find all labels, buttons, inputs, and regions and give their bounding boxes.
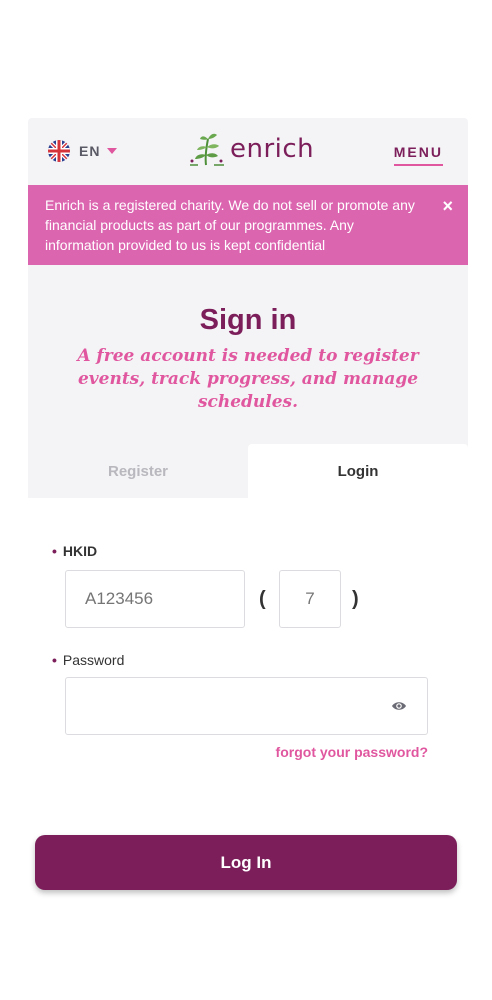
tab-login[interactable]: Login	[248, 444, 468, 498]
required-marker: •	[52, 652, 57, 668]
language-selector[interactable]: EN	[48, 140, 118, 162]
paren-close: )	[352, 588, 359, 610]
page-subtitle: A free account is needed to register eve…	[77, 346, 419, 412]
top-bar: EN enrich MENU	[28, 118, 468, 185]
login-button[interactable]: Log In	[35, 835, 457, 890]
enrich-logo[interactable]: enrich	[186, 131, 314, 167]
hkid-label: • HKID	[52, 543, 98, 559]
page-title: Sign in	[199, 304, 297, 336]
hkid-input[interactable]	[65, 570, 245, 628]
uk-flag-icon	[48, 140, 70, 162]
paren-open: (	[259, 588, 266, 610]
auth-tabs: Register Login	[28, 444, 468, 498]
password-field	[65, 677, 428, 735]
logo-leaf-icon	[190, 133, 224, 166]
forgot-password-link[interactable]: forgot your password?	[276, 744, 428, 760]
language-label: EN	[79, 143, 101, 159]
caret-down-icon	[107, 148, 118, 154]
close-icon[interactable]: ×	[442, 197, 453, 215]
required-marker: •	[52, 543, 57, 559]
password-label: • Password	[52, 652, 125, 668]
menu-button[interactable]: MENU	[393, 144, 443, 166]
charity-notice-banner: Enrich is a registered charity. We do no…	[28, 185, 468, 265]
logo-text: enrich	[230, 134, 315, 164]
eye-icon[interactable]	[391, 699, 407, 713]
hkid-check-digit-input[interactable]	[279, 570, 341, 628]
auth-card: EN enrich MENU Enrich is a registered ch…	[28, 118, 468, 498]
password-input[interactable]	[85, 678, 385, 734]
notice-text: Enrich is a registered charity. We do no…	[45, 197, 415, 253]
tab-register[interactable]: Register	[28, 444, 248, 498]
